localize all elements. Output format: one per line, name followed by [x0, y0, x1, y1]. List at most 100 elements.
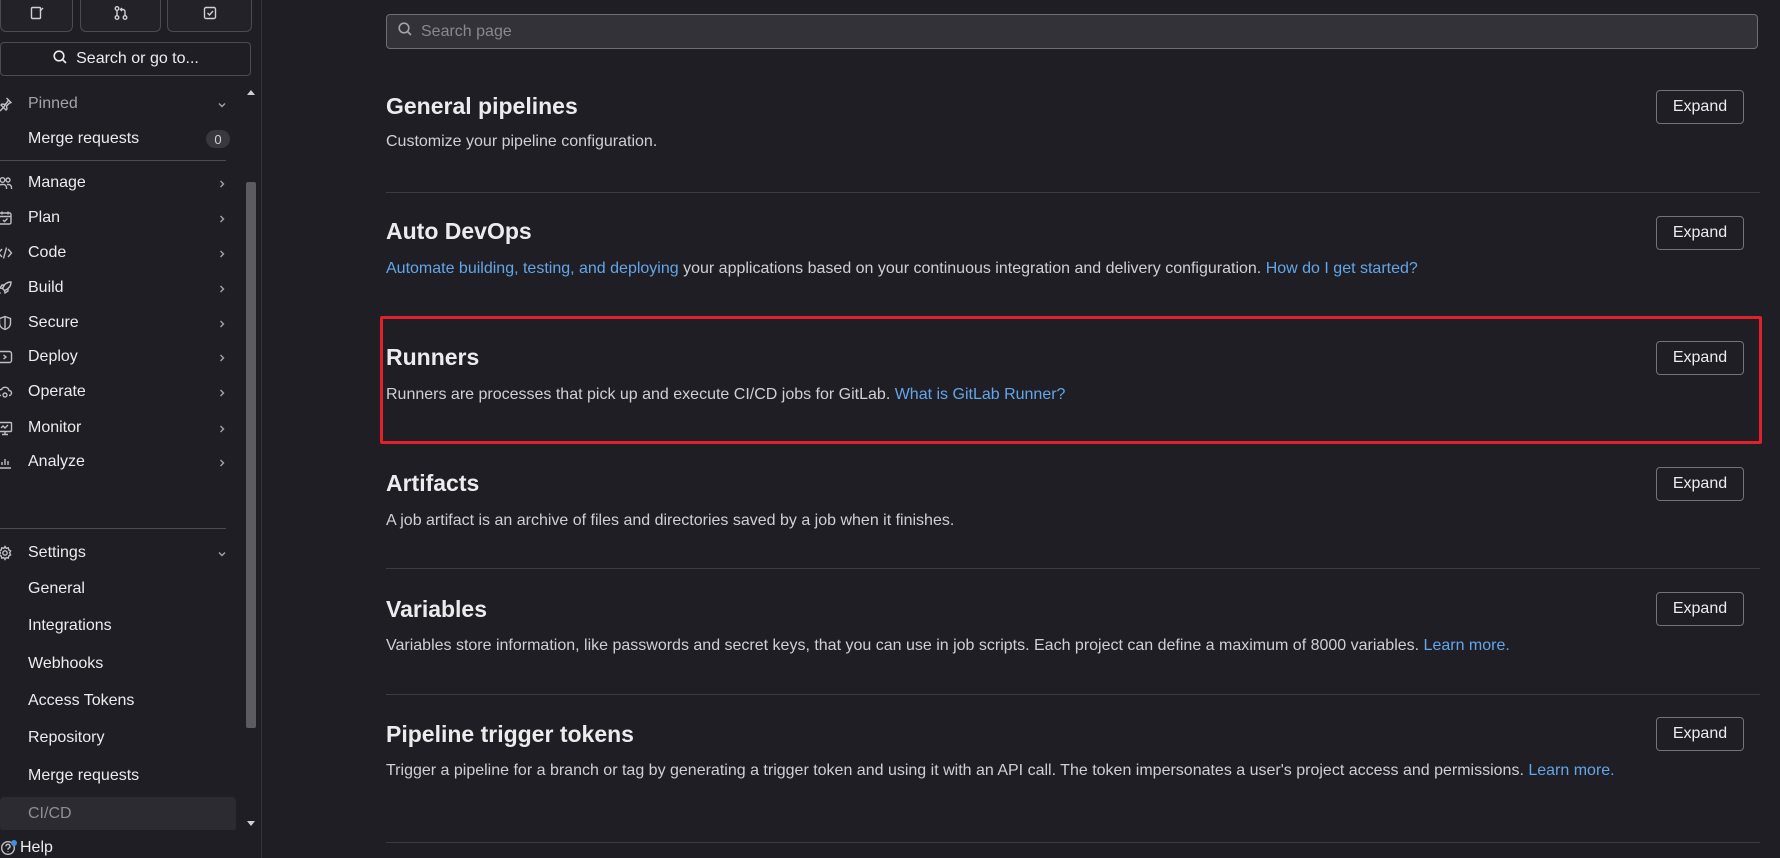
- chevron-right-icon: [216, 351, 228, 363]
- scroll-up-arrow-icon[interactable]: [247, 90, 255, 95]
- thumbtack-icon: [0, 95, 14, 113]
- section-description: Runners are processes that pick up and e…: [386, 383, 1626, 406]
- settings-item-ci-cd[interactable]: CI/CD: [0, 797, 236, 830]
- help-label: Help: [20, 839, 53, 856]
- search-page-input[interactable]: Search page: [386, 14, 1758, 49]
- section-title: Artifacts: [386, 470, 480, 496]
- chevron-right-icon: [216, 456, 228, 468]
- pinned-section-toggle[interactable]: Pinned: [0, 86, 236, 122]
- sidebar-item-manage[interactable]: Manage: [0, 165, 236, 201]
- sidebar-divider: [0, 160, 226, 161]
- code-icon: [0, 244, 14, 262]
- todos-tab[interactable]: [167, 0, 252, 32]
- section-separator: [386, 842, 1760, 843]
- learn-more-link[interactable]: Learn more.: [1424, 637, 1510, 654]
- chevron-down-icon: [216, 547, 228, 559]
- settings-item-label: Merge requests: [28, 767, 140, 784]
- sidebar-item-operate[interactable]: Operate: [0, 374, 236, 410]
- shield-icon: [0, 314, 14, 332]
- settings-item-webhooks[interactable]: Webhooks: [0, 647, 236, 681]
- expand-button[interactable]: Expand: [1656, 90, 1744, 124]
- search-page-placeholder: Search page: [421, 22, 512, 40]
- sidebar-item-deploy[interactable]: Deploy: [0, 339, 236, 375]
- scrollbar-thumb[interactable]: [246, 182, 256, 728]
- cloud-gear-icon: [0, 383, 14, 401]
- settings-item-label: Webhooks: [28, 655, 104, 672]
- settings-item-label: CI/CD: [28, 805, 72, 822]
- section-title: Runners: [386, 344, 480, 370]
- todo-icon: [202, 5, 218, 26]
- sidebar-item-monitor[interactable]: Monitor: [0, 410, 236, 446]
- chevron-right-icon: [216, 282, 228, 294]
- monitor-icon: [0, 419, 14, 437]
- expand-button[interactable]: Expand: [1656, 592, 1744, 626]
- search-or-go-to-label: Search or go to...: [76, 50, 199, 67]
- sidebar-item-label: Secure: [28, 314, 79, 331]
- settings-item-label: Integrations: [28, 617, 112, 634]
- automate-link[interactable]: Automate building, testing, and deployin…: [386, 260, 679, 277]
- section-separator: [386, 694, 1760, 695]
- expand-button[interactable]: Expand: [1656, 216, 1744, 250]
- sidebar-item-label: Manage: [28, 174, 86, 191]
- sidebar-item-plan[interactable]: Plan: [0, 200, 236, 236]
- section-title: Auto DevOps: [386, 218, 532, 244]
- sidebar-nav: Pinned Merge requests 0 Manage Plan Code…: [0, 86, 240, 830]
- section-title: General pipelines: [386, 93, 578, 119]
- pinned-item-merge-requests[interactable]: Merge requests 0: [0, 121, 236, 157]
- expand-button[interactable]: Expand: [1656, 717, 1744, 751]
- sidebar: Search or go to... Pinned Merge requests…: [0, 0, 262, 858]
- description-text: Variables store information, like passwo…: [386, 637, 1424, 654]
- sidebar-item-build[interactable]: Build: [0, 270, 236, 306]
- search-or-go-to-button[interactable]: Search or go to...: [0, 42, 251, 76]
- chevron-right-icon: [216, 317, 228, 329]
- settings-item-integrations[interactable]: Integrations: [0, 609, 236, 643]
- sidebar-divider: [0, 528, 226, 529]
- section-separator: [386, 568, 1760, 569]
- issues-icon: [29, 5, 45, 26]
- notification-dot: [11, 840, 17, 846]
- sidebar-item-label: Build: [28, 279, 64, 296]
- section-title: Pipeline trigger tokens: [386, 721, 634, 747]
- chevron-right-icon: [216, 422, 228, 434]
- learn-more-link[interactable]: Learn more.: [1528, 762, 1614, 779]
- what-is-gitlab-runner-link[interactable]: What is GitLab Runner?: [895, 386, 1066, 403]
- settings-item-access-tokens[interactable]: Access Tokens: [0, 684, 236, 718]
- expand-button[interactable]: Expand: [1656, 341, 1744, 375]
- section-description: Trigger a pipeline for a branch or tag b…: [386, 759, 1626, 782]
- search-icon: [52, 49, 68, 70]
- chevron-right-icon: [216, 212, 228, 224]
- chart-icon: [0, 453, 14, 471]
- rocket-icon: [0, 279, 14, 297]
- issues-tab[interactable]: [0, 0, 73, 32]
- sidebar-item-label: Deploy: [28, 348, 78, 365]
- sidebar-item-secure[interactable]: Secure: [0, 305, 236, 341]
- sidebar-item-analyze[interactable]: Analyze: [0, 444, 236, 480]
- description-text: your applications based on your continuo…: [678, 260, 1266, 277]
- section-description: Automate building, testing, and deployin…: [386, 257, 1626, 280]
- how-do-i-get-started-link[interactable]: How do I get started?: [1266, 260, 1418, 277]
- settings-item-label: Access Tokens: [28, 692, 135, 709]
- users-icon: [0, 174, 14, 192]
- sidebar-item-code[interactable]: Code: [0, 235, 236, 271]
- sidebar-item-settings[interactable]: Settings: [0, 535, 236, 571]
- settings-item-general[interactable]: General: [0, 572, 236, 606]
- scroll-down-arrow-icon[interactable]: [247, 821, 255, 826]
- sidebar-scrollbar[interactable]: [244, 86, 258, 830]
- chevron-right-icon: [216, 386, 228, 398]
- help-button[interactable]: Help: [0, 838, 200, 858]
- chevron-right-icon: [216, 177, 228, 189]
- pinned-label: Pinned: [28, 95, 78, 112]
- merge-requests-tab[interactable]: [80, 0, 161, 32]
- sidebar-item-label: Analyze: [28, 453, 85, 470]
- calendar-icon: [0, 209, 14, 227]
- sidebar-item-label: Operate: [28, 383, 86, 400]
- main-content: Search page General pipelines Customize …: [386, 0, 1760, 858]
- settings-label: Settings: [28, 544, 86, 561]
- settings-item-label: General: [28, 580, 85, 597]
- expand-button[interactable]: Expand: [1656, 467, 1744, 501]
- settings-item-label: Repository: [28, 729, 105, 746]
- sidebar-item-label: Code: [28, 244, 67, 261]
- settings-item-repository[interactable]: Repository: [0, 721, 236, 755]
- description-text: Trigger a pipeline for a branch or tag b…: [386, 762, 1529, 779]
- settings-item-merge-requests[interactable]: Merge requests: [0, 759, 236, 793]
